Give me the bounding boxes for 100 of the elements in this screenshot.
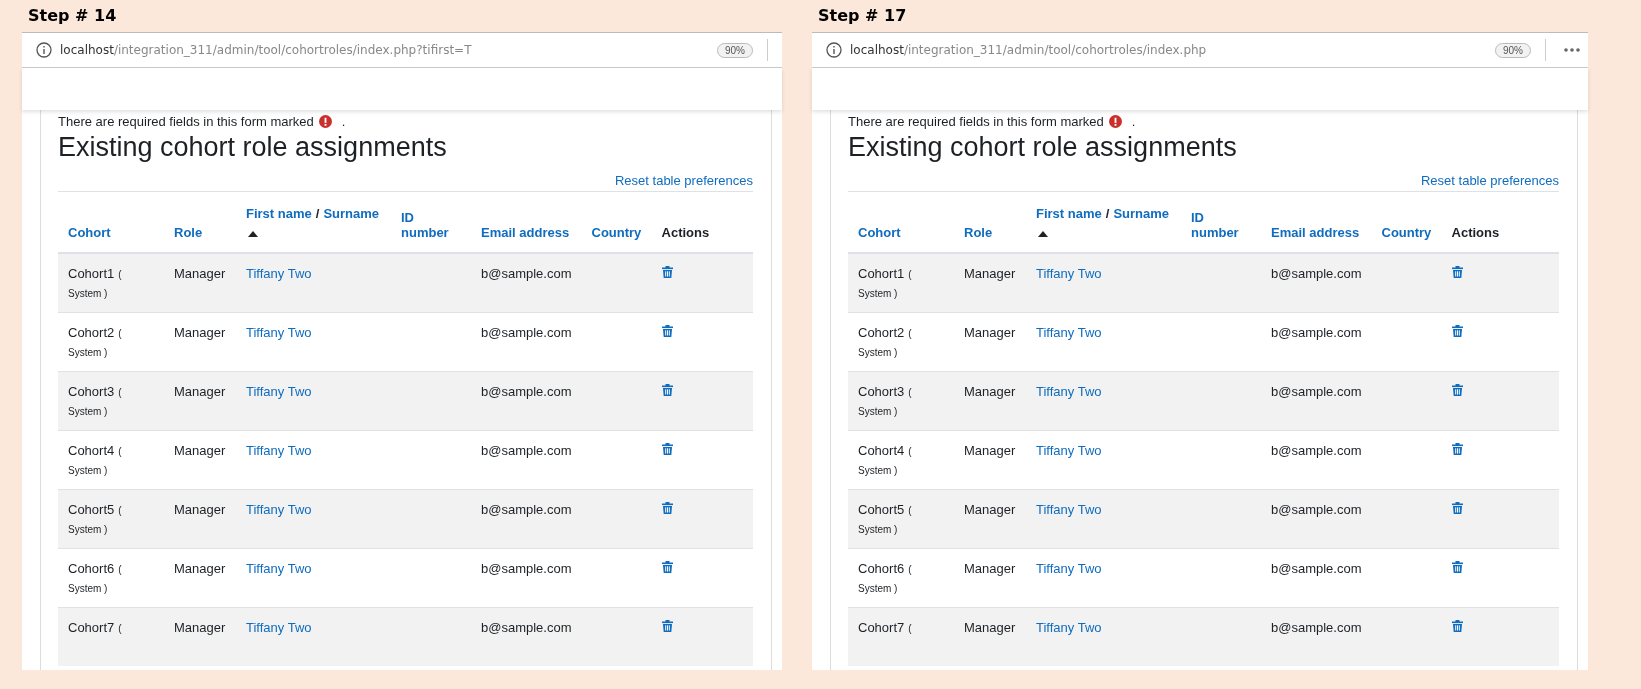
trash-icon[interactable] [661, 384, 673, 396]
paren-text: ( [908, 446, 912, 457]
column-header-link[interactable]: Surname [323, 206, 379, 221]
context-text: System ) [68, 405, 109, 419]
table-cell: Manager [174, 620, 226, 635]
context-text: System ) [68, 582, 109, 596]
more-icon [1564, 48, 1580, 52]
column-header-link[interactable]: Cohort [68, 225, 111, 240]
required-fields-note: There are required fields in this form marked [58, 113, 314, 129]
table-cell: Manager [964, 620, 1016, 635]
column-header-link[interactable]: Country [591, 225, 642, 240]
table-cell: Manager [964, 502, 1016, 517]
trash-icon[interactable] [1451, 325, 1463, 337]
column-header-link[interactable]: First name [1036, 206, 1102, 221]
table-cell: Manager [174, 502, 226, 517]
table-cell: Manager [174, 325, 226, 340]
user-link[interactable]: Tiffany Two [246, 325, 312, 340]
table-cell: b@sample.com [481, 266, 572, 281]
required-icon [318, 114, 332, 128]
zoom-badge[interactable]: 90% [717, 42, 753, 58]
separator-text: / [315, 206, 320, 221]
column-header-link[interactable]: Surname [1113, 206, 1169, 221]
paren-text: ( [118, 623, 122, 634]
trash-icon[interactable] [1451, 502, 1463, 514]
user-link[interactable]: Tiffany Two [246, 502, 312, 517]
user-link[interactable]: Tiffany Two [246, 443, 312, 458]
paren-text: ( [908, 328, 912, 339]
table-cell: b@sample.com [481, 325, 572, 340]
trash-icon[interactable] [1451, 384, 1463, 396]
table-cell: Manager [964, 443, 1016, 458]
reset-link[interactable]: Reset table preferences [614, 173, 753, 188]
user-link[interactable]: Tiffany Two [1036, 443, 1102, 458]
user-link[interactable]: Tiffany Two [1036, 502, 1102, 517]
column-header: Actions [661, 225, 710, 240]
cohort-name: Cohort6 [68, 561, 115, 576]
table-cell: b@sample.com [481, 620, 572, 635]
table-cell: Manager [964, 384, 1016, 399]
column-header-link[interactable]: ID number [401, 210, 457, 240]
trash-icon[interactable] [661, 620, 673, 632]
info-icon [826, 42, 842, 58]
cohort-name: Cohort3 [858, 384, 905, 399]
paren-text: ( [118, 269, 122, 280]
user-link[interactable]: Tiffany Two [1036, 384, 1102, 399]
url-text[interactable]: localhost/integration_311/admin/tool/cohortroles/index.php?tifirst=T [60, 43, 709, 57]
user-link[interactable]: Tiffany Two [1036, 620, 1102, 635]
user-link[interactable]: Tiffany Two [246, 561, 312, 576]
url-text[interactable]: localhost/integration_311/admin/tool/cohortroles/index.php [850, 43, 1487, 57]
user-link[interactable]: Tiffany Two [246, 266, 312, 281]
cohort-name: Cohort7 [858, 620, 905, 635]
paren-text: ( [908, 623, 912, 634]
cohort-name: Cohort5 [858, 502, 905, 517]
user-link[interactable]: Tiffany Two [1036, 325, 1102, 340]
paren-text: ( [908, 564, 912, 575]
table-cell: b@sample.com [481, 561, 572, 576]
column-header-link[interactable]: ID number [1191, 210, 1247, 240]
reset-link[interactable]: Reset table preferences [1420, 173, 1559, 188]
context-text: System ) [858, 582, 899, 596]
column-header-link[interactable]: First name [246, 206, 312, 221]
trash-icon[interactable] [661, 325, 673, 337]
user-link[interactable]: Tiffany Two [246, 384, 312, 399]
paren-text: ( [118, 387, 122, 398]
table-cell: b@sample.com [1271, 620, 1362, 635]
table-cell: b@sample.com [1271, 502, 1362, 517]
trash-icon[interactable] [661, 561, 673, 573]
column-header-link[interactable]: Country [1381, 225, 1432, 240]
column-header-link[interactable]: Role [174, 225, 203, 240]
table-cell: b@sample.com [1271, 384, 1362, 399]
column-header-link[interactable]: Email address [481, 225, 570, 240]
table-cell: b@sample.com [481, 384, 572, 399]
table-cell: Manager [964, 561, 1016, 576]
trash-icon[interactable] [1451, 561, 1463, 573]
context-text: System ) [858, 346, 899, 360]
table-cell: b@sample.com [481, 443, 572, 458]
table-cell: Manager [174, 443, 226, 458]
cohort-name: Cohort6 [858, 561, 905, 576]
separator-text: / [1105, 206, 1110, 221]
column-header-link[interactable]: Email address [1271, 225, 1360, 240]
cohort-name: Cohort4 [68, 443, 115, 458]
trash-icon[interactable] [661, 502, 673, 514]
zoom-badge[interactable]: 90% [1495, 42, 1531, 58]
user-link[interactable]: Tiffany Two [246, 620, 312, 635]
cohort-name: Cohort3 [68, 384, 115, 399]
context-text: System ) [858, 405, 899, 419]
table-cell: Manager [174, 266, 226, 281]
column-header-link[interactable]: Cohort [858, 225, 901, 240]
cohort-name: Cohort2 [858, 325, 905, 340]
table-cell: Manager [964, 266, 1016, 281]
context-text: System ) [68, 346, 109, 360]
trash-icon[interactable] [661, 443, 673, 455]
trash-icon[interactable] [1451, 266, 1463, 278]
paren-text: ( [908, 387, 912, 398]
context-text: System ) [858, 464, 899, 478]
trash-icon[interactable] [1451, 620, 1463, 632]
trash-icon[interactable] [661, 266, 673, 278]
cohort-name: Cohort1 [858, 266, 905, 281]
info-icon [36, 42, 52, 58]
user-link[interactable]: Tiffany Two [1036, 266, 1102, 281]
column-header-link[interactable]: Role [964, 225, 993, 240]
user-link[interactable]: Tiffany Two [1036, 561, 1102, 576]
trash-icon[interactable] [1451, 443, 1463, 455]
